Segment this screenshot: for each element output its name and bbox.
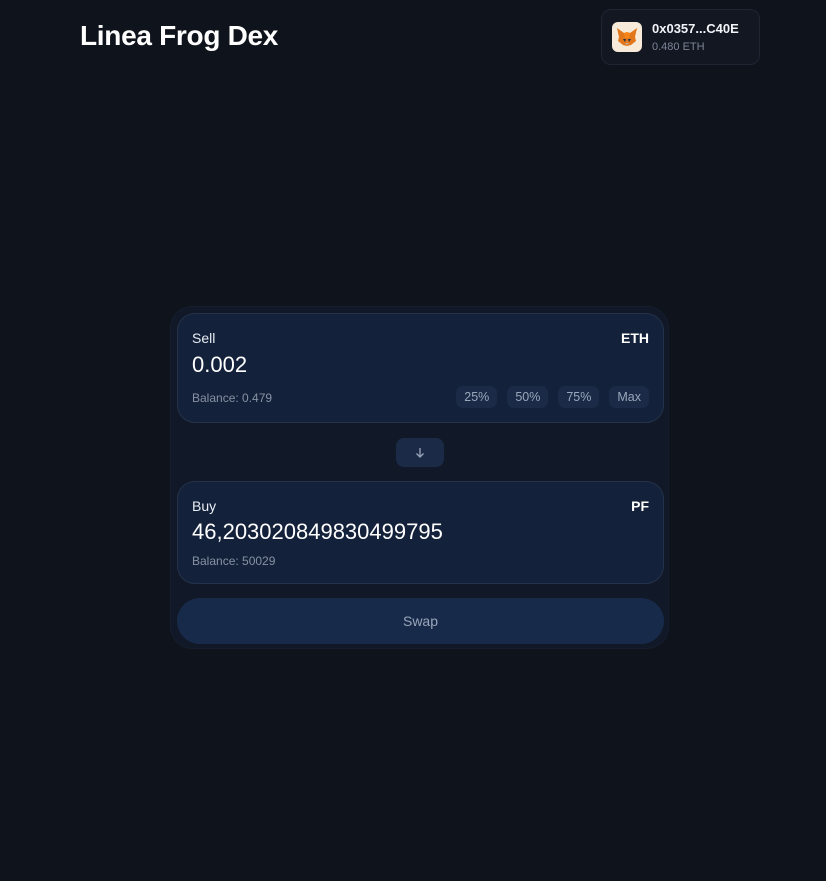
wallet-balance: 0.480 ETH — [652, 41, 705, 53]
buy-balance: Balance: 50029 — [192, 554, 276, 568]
switch-direction-button[interactable] — [396, 438, 444, 467]
sell-balance: Balance: 0.479 — [192, 391, 273, 405]
buy-amount-input[interactable] — [192, 519, 632, 545]
percent-25-button[interactable]: 25% — [456, 386, 498, 408]
buy-label: Buy — [192, 498, 217, 514]
sell-label: Sell — [192, 330, 216, 346]
swap-card: Sell ETH Balance: 0.479 25% 50% 75% Max … — [170, 306, 669, 649]
buy-token[interactable]: PF — [631, 498, 649, 514]
sell-amount-input[interactable] — [192, 352, 632, 378]
sell-token[interactable]: ETH — [621, 330, 649, 346]
wallet-button[interactable]: 0x0357...C40E 0.480 ETH — [601, 9, 760, 65]
wallet-address: 0x0357...C40E — [652, 21, 739, 36]
swap-button[interactable]: Swap — [177, 598, 664, 644]
percent-50-button[interactable]: 50% — [507, 386, 549, 408]
metamask-fox-icon — [612, 22, 642, 52]
buy-panel: Buy PF Balance: 50029 — [177, 481, 664, 584]
sell-panel: Sell ETH Balance: 0.479 25% 50% 75% Max — [177, 313, 664, 423]
arrow-down-icon — [416, 447, 424, 458]
percent-75-button[interactable]: 75% — [558, 386, 600, 408]
max-button[interactable]: Max — [609, 386, 649, 408]
app-title: Linea Frog Dex — [80, 20, 279, 51]
percent-buttons: 25% 50% 75% Max — [456, 386, 649, 408]
